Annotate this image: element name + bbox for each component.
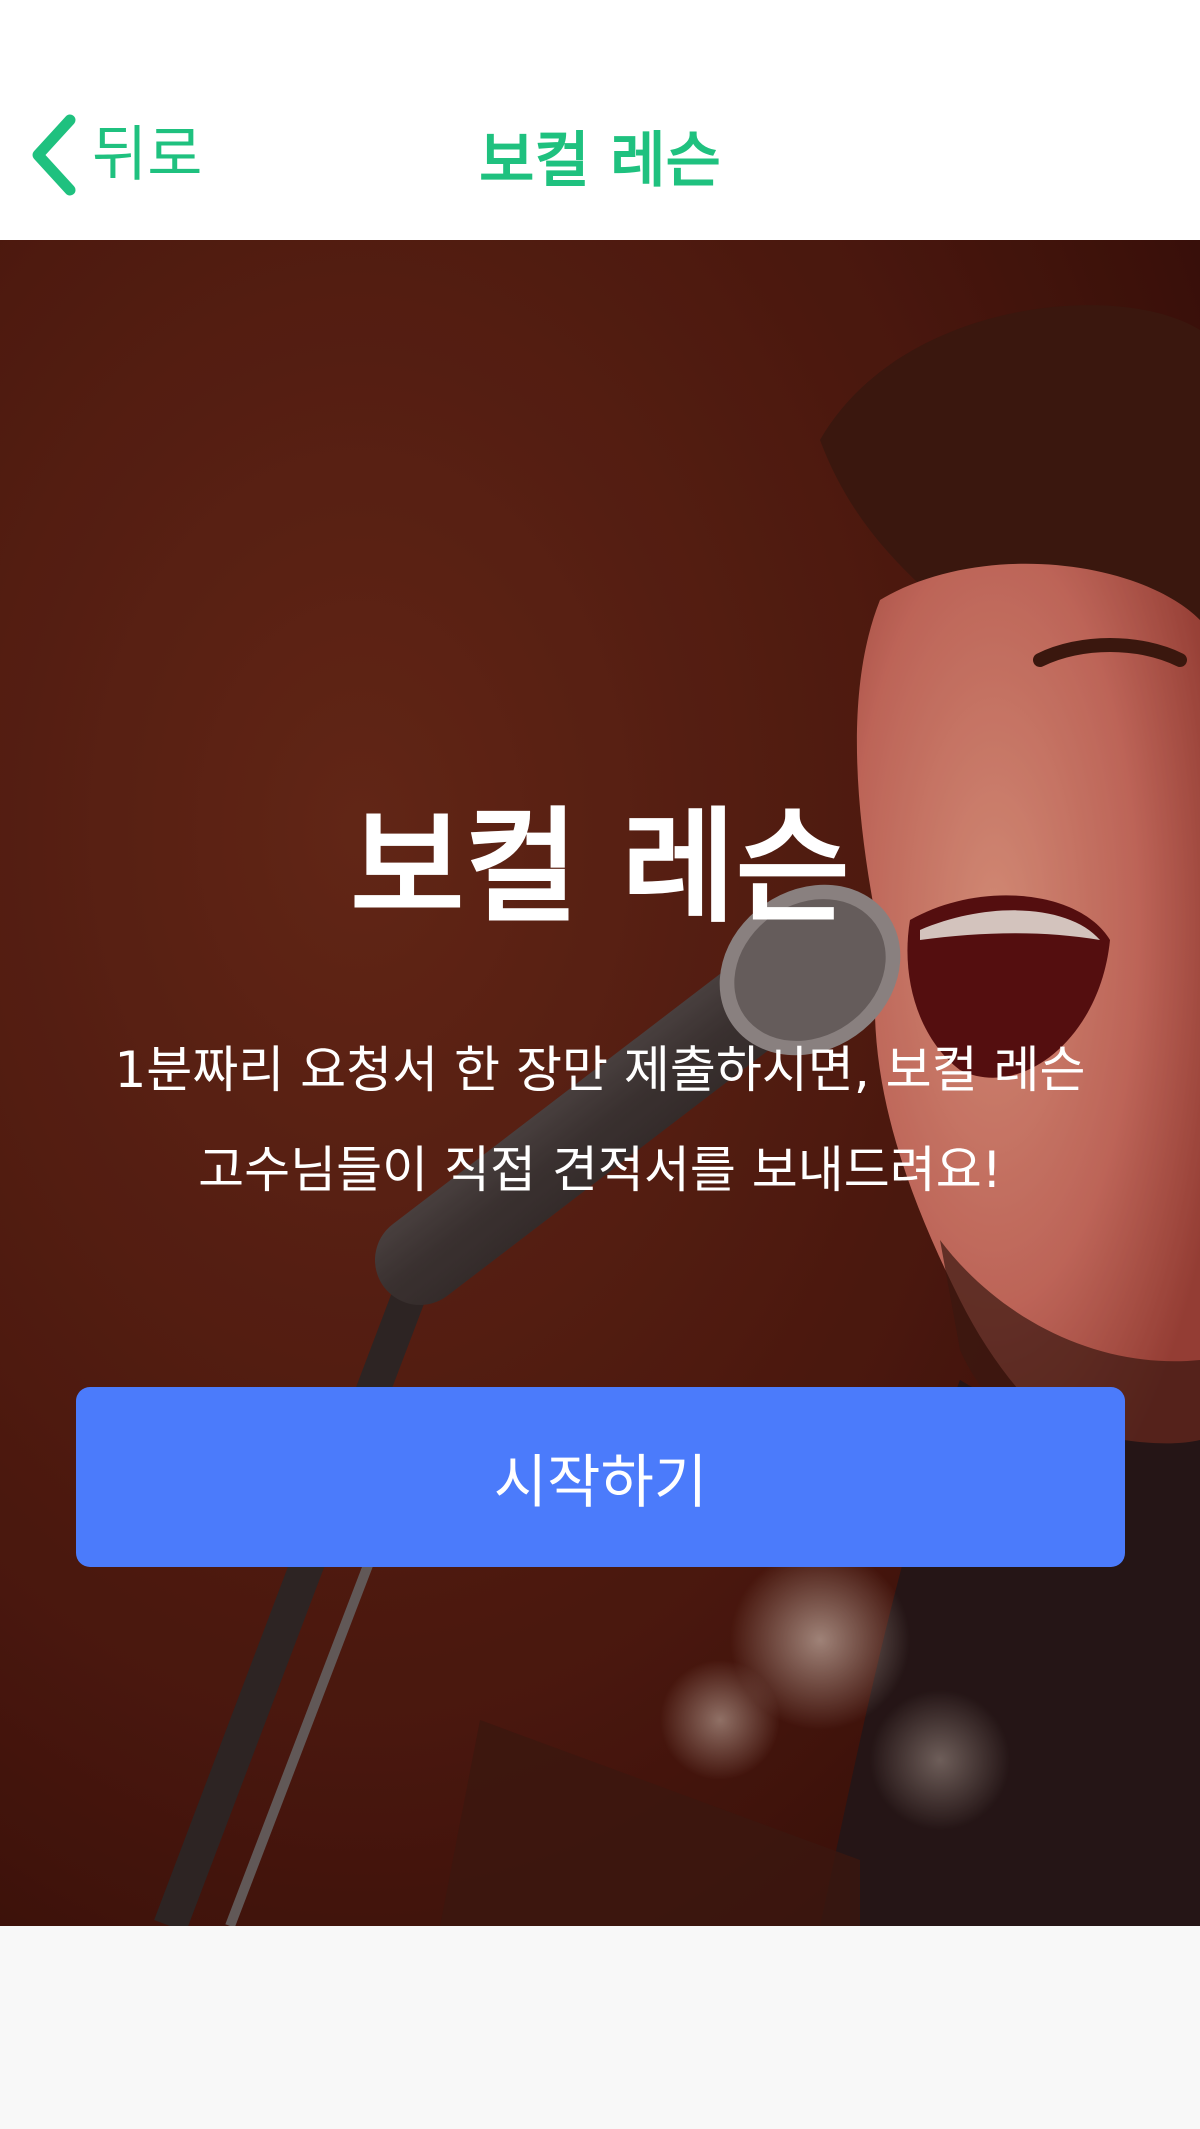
back-label: 뒤로	[92, 120, 203, 190]
page-title: 보컬 레슨	[479, 125, 721, 196]
top-nav-bar: 뒤로 보컬 레슨	[0, 0, 1200, 240]
hero-title: 보컬 레슨	[350, 796, 850, 940]
content-section	[0, 1926, 1200, 2129]
hero-description: 1분짜리 요청서 한 장만 제출하시면, 보컬 레슨 고수님들이 직접 견적서를…	[114, 1041, 1086, 1199]
hero-banner: 보컬 레슨 1분짜리 요청서 한 장만 제출하시면, 보컬 레슨 고수님들이 직…	[0, 240, 1200, 1926]
back-button[interactable]: 뒤로	[28, 112, 202, 198]
chevron-left-icon	[28, 114, 78, 196]
start-button[interactable]: 시작하기	[76, 1387, 1125, 1567]
